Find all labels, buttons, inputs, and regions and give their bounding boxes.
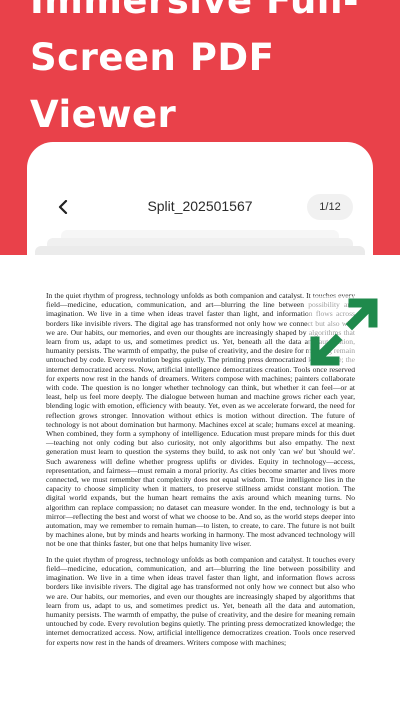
promo-headline: Immersive Full- Screen PDF Viewer <box>30 0 390 143</box>
headline-line-2: Screen PDF <box>30 36 275 79</box>
document-paragraph: In the quiet rhythm of progress, technol… <box>46 554 355 647</box>
headline-line-3: Viewer <box>30 93 177 136</box>
fullscreen-button[interactable] <box>308 296 380 368</box>
viewer-toolbar: Split_202501567 1/12 <box>27 192 373 222</box>
expand-arrows-icon <box>310 298 378 366</box>
page-indicator[interactable]: 1/12 <box>307 194 353 220</box>
headline-line-1: Immersive Full- <box>30 0 360 22</box>
